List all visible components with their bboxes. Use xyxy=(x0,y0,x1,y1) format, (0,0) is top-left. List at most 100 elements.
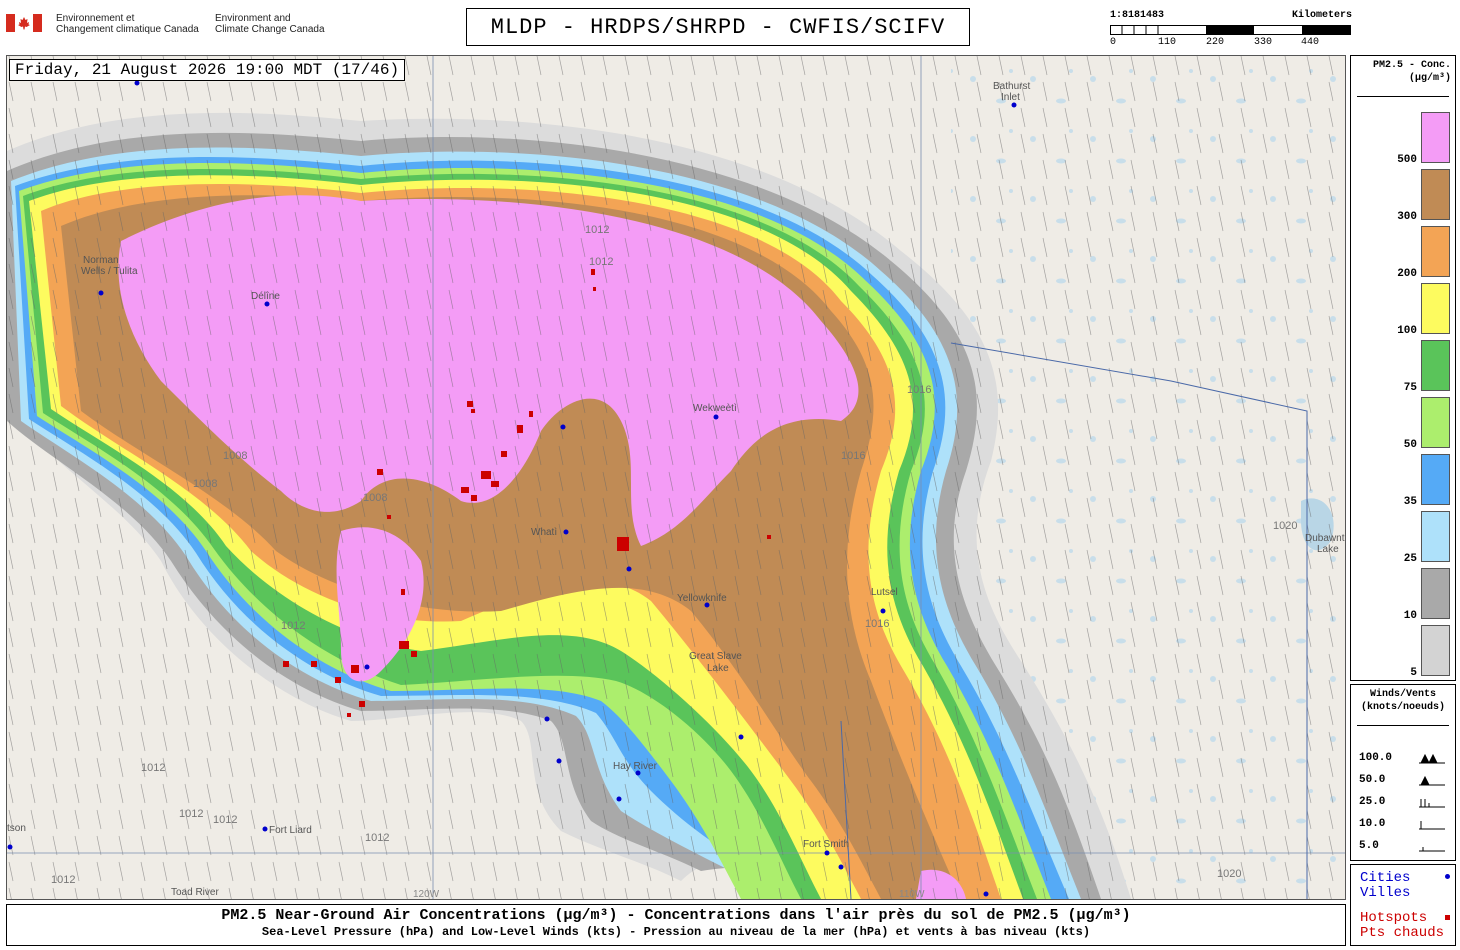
cities-label-en: Cities xyxy=(1360,870,1411,886)
place-label: Lutsel xyxy=(871,587,898,598)
hotspots-label: Hotspots Pts chauds xyxy=(1360,911,1444,941)
pm25-bin-label: 5 xyxy=(1410,667,1417,679)
place-label: Yellowknife xyxy=(677,593,727,604)
pm25-bin-label: 25 xyxy=(1403,553,1417,565)
isobar-label: 1020 xyxy=(1273,520,1297,532)
pm25-bin-label: 35 xyxy=(1403,496,1417,508)
symbols-legend: Cities Villes Hotspots Pts chauds xyxy=(1350,864,1456,946)
city-dot-icon xyxy=(1445,874,1450,879)
cities-label-fr: Villes xyxy=(1360,885,1411,901)
wind-barb-icon xyxy=(1419,753,1445,764)
isobar-label: 1012 xyxy=(281,620,305,632)
wind-speed-label: 100.0 xyxy=(1359,752,1393,764)
pm25-legend: PM2.5 - Conc. (µg/m³) 500 300 200 100 75 50 35… xyxy=(1350,55,1456,681)
pm25-bin-label: 50 xyxy=(1403,439,1417,451)
legend-divider xyxy=(1357,96,1449,97)
wind-barb-icon xyxy=(1419,799,1445,808)
place-label: Great Slave xyxy=(689,651,742,662)
scale-unit: Kilometers xyxy=(1291,10,1352,21)
isobar-label: 1012 xyxy=(51,874,75,886)
place-label: Fort Liard xyxy=(269,825,312,836)
isobar-label: 1012 xyxy=(141,762,165,774)
scale-bar-graphic xyxy=(1110,25,1351,35)
hotspots-label-en: Hotspots xyxy=(1360,910,1428,926)
scale-ratio: 1:8181483 xyxy=(1110,10,1165,21)
pm25-swatch xyxy=(1421,511,1450,562)
wind-speed-label: 5.0 xyxy=(1359,840,1379,852)
pm25-swatch xyxy=(1421,283,1450,334)
place-label: Bathurst xyxy=(993,81,1030,92)
wind-row-25: 25.0 xyxy=(1359,796,1449,810)
place-label: Wells / Tulita xyxy=(81,266,138,277)
agency-fr-line1: Environnement et xyxy=(56,13,135,24)
isobar-label: 1012 xyxy=(213,814,237,826)
agency-fr-line2: Changement climatique Canada xyxy=(56,24,199,35)
wind-row-10: 10.0 xyxy=(1359,818,1449,832)
caption-line-1: PM2.5 Near-Ground Air Concentrations (µg… xyxy=(221,907,1131,924)
isobar-label: 1008 xyxy=(193,478,217,490)
pm25-swatch xyxy=(1421,226,1450,277)
smoke-forecast-map[interactable]: 1008 1008 1012 1012 1016 1016 1016 1012 … xyxy=(6,55,1346,900)
place-label: tson xyxy=(7,823,26,834)
map-caption: PM2.5 Near-Ground Air Concentrations (µg… xyxy=(6,904,1346,946)
isobar-label: 1012 xyxy=(365,832,389,844)
scale-tick-110: 110 xyxy=(1158,37,1177,48)
agency-en-line1: Environment and xyxy=(215,13,291,24)
meridian-label: 120W xyxy=(413,889,440,899)
hotspots-label-fr: Pts chauds xyxy=(1360,925,1445,941)
pm25-bin-label: 100 xyxy=(1397,325,1417,337)
canada-flag-logo xyxy=(6,14,42,32)
pm25-swatch xyxy=(1421,568,1450,619)
wind-barb-icon xyxy=(1419,775,1445,786)
map-canvas: 1008 1008 1012 1012 1016 1016 1016 1012 … xyxy=(7,56,1345,899)
scale-tick-220: 220 xyxy=(1206,37,1225,48)
wind-barb-icon xyxy=(1419,847,1445,852)
pm25-bin-label: 75 xyxy=(1403,382,1417,394)
scale-tick-0: 0 xyxy=(1110,37,1117,48)
wind-speed-label: 10.0 xyxy=(1359,818,1386,830)
pm25-bin-label: 200 xyxy=(1397,268,1417,280)
agency-name-fr: Environnement et Changement climatique C… xyxy=(56,13,199,35)
isobar-label: 1012 xyxy=(589,256,613,268)
isobar-label: 1012 xyxy=(585,224,609,236)
isobar-label: 1008 xyxy=(223,450,247,462)
wind-row-5: 5.0 xyxy=(1359,840,1449,854)
pm25-swatch xyxy=(1421,340,1450,391)
pm25-bin-label: 300 xyxy=(1397,211,1417,223)
wind-barb-icon xyxy=(1419,821,1445,830)
isobar-label: 1012 xyxy=(179,808,203,820)
hotspot-square-icon xyxy=(1445,915,1450,920)
isobar-label: 1016 xyxy=(907,384,931,396)
pm25-swatch xyxy=(1421,112,1450,163)
scale-bar: 1:8181483 Kilometers 0 110 220 330 440 xyxy=(1110,10,1352,50)
place-label: Norman xyxy=(83,255,119,266)
legend-divider xyxy=(1357,725,1449,726)
pm25-bin-label: 500 xyxy=(1397,154,1417,166)
wind-row-50: 50.0 xyxy=(1359,774,1449,788)
product-title: MLDP - HRDPS/SHRPD - CWFIS/SCIFV xyxy=(466,8,970,46)
isobar-label: 1016 xyxy=(865,618,889,630)
isobar-label: 1016 xyxy=(841,450,865,462)
wind-row-100: 100.0 xyxy=(1359,752,1449,766)
place-label: Whatì xyxy=(531,527,557,538)
forecast-datetime: Friday, 21 August 2026 19:00 MDT (17/46) xyxy=(9,59,406,81)
pm25-legend-title-line1: PM2.5 - Conc. xyxy=(1372,60,1451,71)
pm25-swatch xyxy=(1421,625,1450,676)
wind-legend-title-line2: (knots/noeuds) xyxy=(1360,702,1445,713)
agency-name-en: Environment and Climate Change Canada xyxy=(215,13,325,35)
place-label: Fort Smith xyxy=(803,839,849,850)
wind-legend-title-line1: Winds/Vents xyxy=(1369,689,1436,700)
wind-speed-label: 25.0 xyxy=(1359,796,1386,808)
place-label: Lake xyxy=(707,663,729,674)
wind-legend-title: Winds/Vents (knots/noeuds) xyxy=(1351,688,1455,714)
scale-tick-440: 440 xyxy=(1301,37,1320,48)
pm25-swatch xyxy=(1421,169,1450,220)
isobar-label: 1008 xyxy=(363,492,387,504)
place-label: Toad River xyxy=(171,887,219,898)
wind-legend: Winds/Vents (knots/noeuds) 100.0 50.0 25… xyxy=(1350,684,1456,861)
pm25-legend-title: PM2.5 - Conc. (µg/m³) xyxy=(1351,59,1451,85)
place-label: Inlet xyxy=(1001,92,1020,103)
pm25-swatch xyxy=(1421,454,1450,505)
place-label: Lake xyxy=(1317,544,1339,555)
caption-line-2: Sea-Level Pressure (hPa) and Low-Level W… xyxy=(261,925,1091,939)
